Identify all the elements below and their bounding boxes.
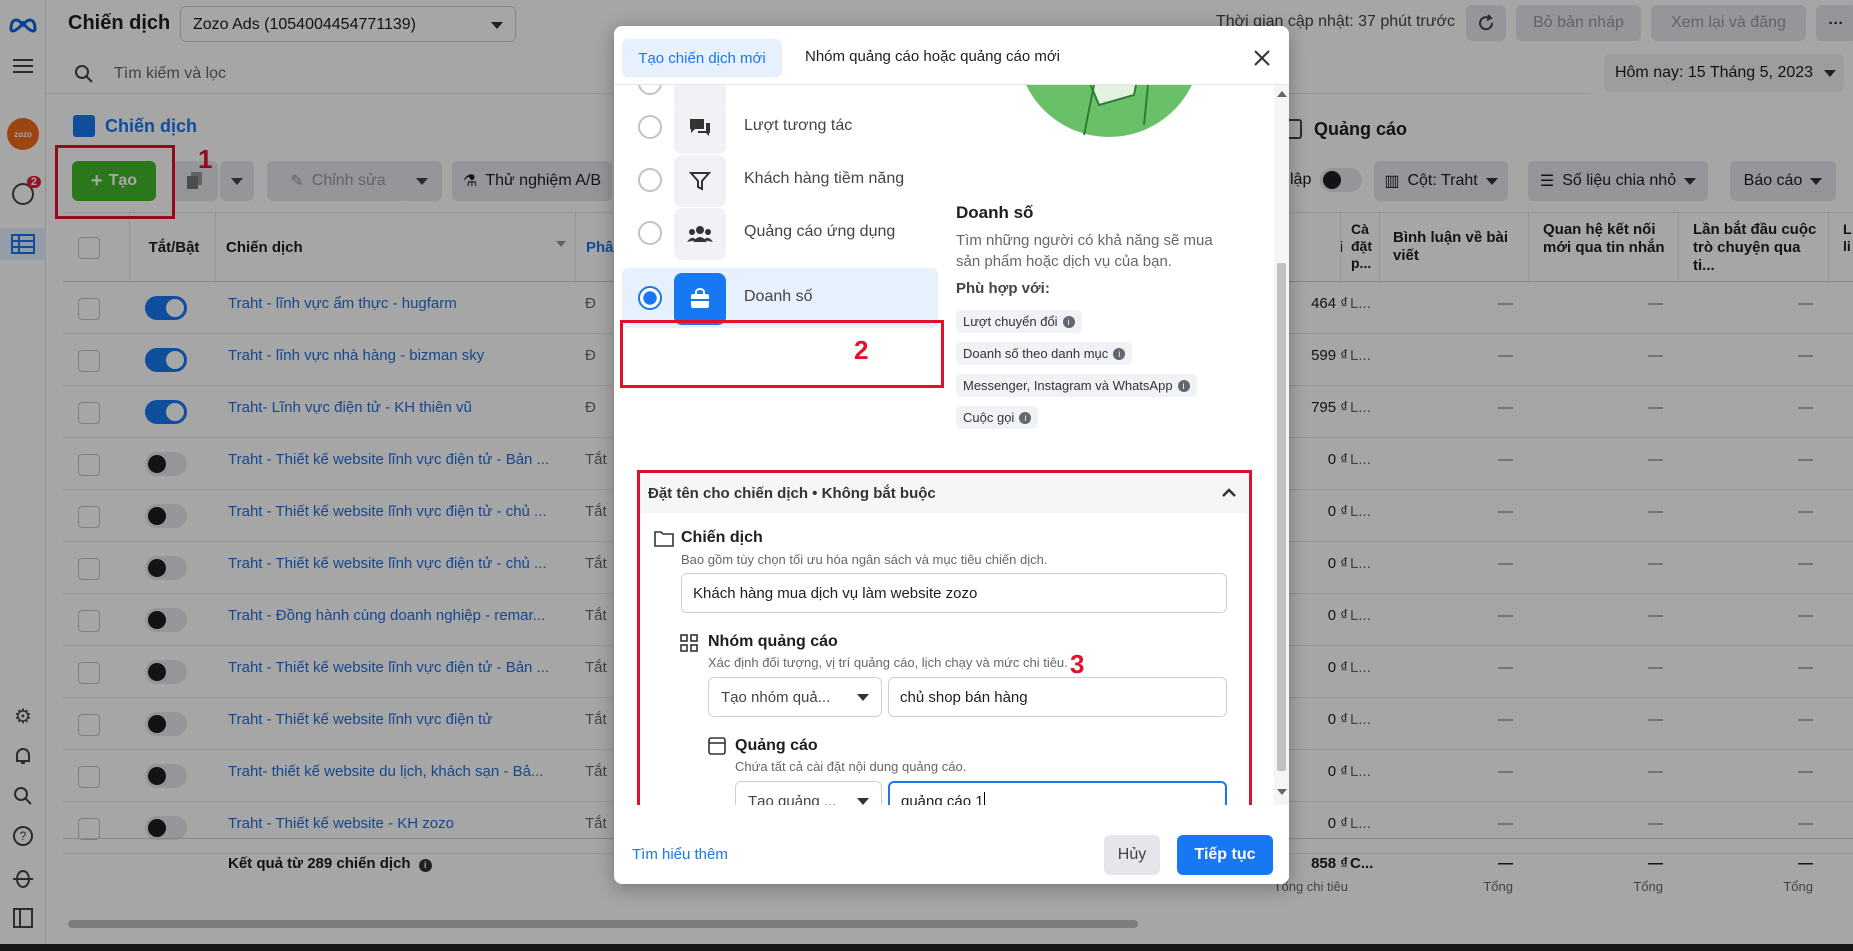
objective-radio[interactable] [638, 221, 662, 245]
fit-tag-label: Doanh số theo danh mục [963, 346, 1109, 361]
fit-tag-label: Lượt chuyển đổi [963, 314, 1058, 329]
continue-button[interactable]: Tiếp tục [1177, 835, 1273, 875]
objective-label: Quảng cáo ứng dụng [744, 223, 896, 240]
funnel-icon [674, 155, 726, 207]
objective-option[interactable]: Lượt tương tác [622, 97, 938, 157]
fit-tags: Lượt chuyển đổi i Doanh số theo danh mục i M… [956, 310, 1256, 438]
annotation-number-3: 3 [1070, 649, 1085, 679]
tab-new-campaign[interactable]: Tạo chiến dịch mới [622, 39, 782, 77]
objective-radio[interactable] [638, 85, 662, 95]
objective-radio[interactable] [638, 115, 662, 139]
objective-option[interactable]: Quảng cáo ứng dụng [622, 203, 938, 263]
sales-illustration [1014, 85, 1194, 155]
fit-tag: Messenger, Instagram và WhatsApp i [956, 374, 1197, 397]
info-icon[interactable]: i [1177, 379, 1190, 392]
people-icon [674, 208, 726, 260]
info-icon[interactable]: i [1019, 411, 1032, 424]
objective-option[interactable]: Doanh số [622, 268, 938, 328]
info-icon[interactable]: i [1062, 315, 1075, 328]
objective-label: Doanh số [744, 288, 813, 305]
annotation-box-2 [620, 320, 944, 388]
fit-tag: Lượt chuyển đổi i [956, 310, 1082, 333]
fit-label: Phù hợp với: [956, 280, 1050, 297]
create-campaign-dialog: Tạo chiến dịch mới Nhóm quảng cáo hoặc q… [614, 26, 1289, 884]
shopping-bag-icon [674, 273, 726, 325]
fit-tag-label: Messenger, Instagram và WhatsApp [963, 378, 1173, 393]
fit-tag-label: Cuộc gọi [963, 410, 1015, 425]
objective-label: Khách hàng tiềm năng [744, 170, 905, 187]
close-icon [1254, 50, 1270, 66]
tab-new-adset-or-ad[interactable]: Nhóm quảng cáo hoặc quảng cáo mới [805, 48, 1060, 65]
learn-more-link[interactable]: Tìm hiểu thêm [632, 846, 728, 863]
fit-tag: Cuộc gọi i [956, 406, 1039, 429]
objective-label: Lượt tương tác [744, 117, 853, 134]
dialog-scroll-area: Lượt tương tác Khách hàng tiềm năng Quảng … [614, 85, 1274, 805]
objective-radio[interactable] [638, 168, 662, 192]
fit-tag: Doanh số theo danh mục i [956, 342, 1133, 365]
objective-detail-title: Doanh số [956, 203, 1034, 222]
info-icon[interactable]: i [1113, 347, 1126, 360]
cancel-button[interactable]: Hủy [1104, 835, 1160, 875]
scrollbar-thumb[interactable] [1277, 263, 1286, 771]
objective-radio[interactable] [638, 286, 662, 310]
annotation-number-2: 2 [854, 335, 869, 365]
chat-bubbles-icon [674, 102, 726, 154]
close-button[interactable] [1244, 40, 1280, 76]
objective-option[interactable]: Khách hàng tiềm năng [622, 150, 938, 210]
objective-detail-desc: Tìm những người có khả năng sẽ mua sản p… [956, 232, 1213, 270]
vertical-scrollbar[interactable] [1274, 85, 1289, 805]
annotation-box-3 [637, 470, 1252, 805]
